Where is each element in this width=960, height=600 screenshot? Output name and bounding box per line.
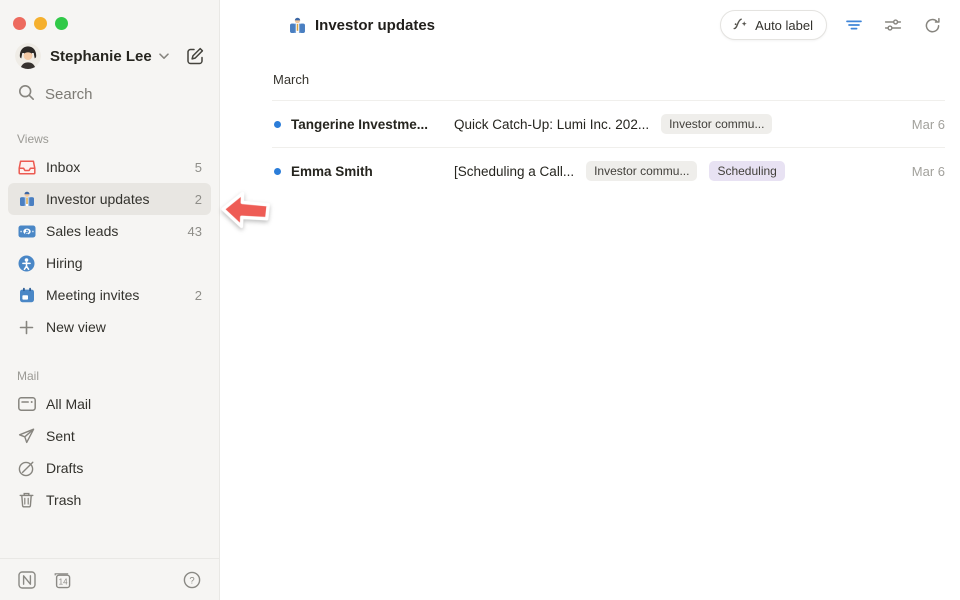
- sidebar-item-meeting-invites[interactable]: Meeting invites 2: [8, 279, 211, 311]
- investor-emoji-icon: [289, 17, 306, 34]
- label-badge: Scheduling: [709, 161, 784, 181]
- sidebar-footer: 14 ?: [0, 558, 219, 600]
- auto-label-wand-icon: [732, 16, 748, 35]
- auto-label-button[interactable]: Auto label: [720, 10, 827, 40]
- notion-logo-icon[interactable]: [18, 571, 36, 589]
- email-row-emma[interactable]: Emma Smith [Scheduling a Call... Investo…: [272, 148, 945, 194]
- email-sender: Tangerine Investme...: [291, 117, 442, 132]
- mail-section-label: Mail: [17, 369, 219, 383]
- minimize-window-button[interactable]: [34, 17, 47, 30]
- trash-icon: [17, 492, 36, 508]
- envelope-icon: [17, 397, 36, 411]
- window-controls: [0, 0, 219, 30]
- mail-app-window: Stephanie Lee Search Views Inbox: [0, 0, 960, 600]
- search-input[interactable]: Search: [18, 84, 205, 105]
- views-section-label: Views: [17, 132, 219, 146]
- sidebar-item-investor-updates[interactable]: Investor updates 2: [8, 183, 211, 215]
- unread-dot: [274, 121, 281, 128]
- email-row-tangerine[interactable]: Tangerine Investme... Quick Catch-Up: Lu…: [272, 101, 945, 147]
- page-title: Investor updates: [315, 17, 435, 34]
- user-name: Stephanie Lee: [50, 48, 152, 65]
- sidebar-item-label: Sent: [46, 428, 75, 444]
- inbox-icon: [17, 160, 36, 175]
- unread-count: 2: [195, 288, 202, 303]
- auto-label-text: Auto label: [755, 18, 813, 33]
- refresh-icon[interactable]: [920, 13, 944, 37]
- sidebar-item-label: Meeting invites: [46, 287, 139, 303]
- filter-icon[interactable]: [842, 13, 866, 37]
- sidebar-item-label: Trash: [46, 492, 81, 508]
- sidebar-item-hiring[interactable]: Hiring: [8, 247, 211, 279]
- view-header: Investor updates Auto label: [220, 0, 960, 48]
- compose-button[interactable]: [185, 46, 205, 66]
- sidebar-item-label: All Mail: [46, 396, 91, 412]
- help-icon[interactable]: ?: [183, 571, 201, 589]
- avatar: [15, 43, 41, 69]
- email-date: Mar 6: [912, 164, 945, 179]
- zoom-window-button[interactable]: [55, 17, 68, 30]
- sidebar-item-inbox[interactable]: Inbox 5: [8, 151, 211, 183]
- svg-text:14: 14: [59, 577, 68, 586]
- sidebar-item-label: Drafts: [46, 460, 83, 476]
- header-actions: Auto label: [720, 10, 944, 40]
- unread-count: 43: [188, 224, 202, 239]
- paper-plane-icon: [17, 428, 36, 444]
- sidebar-item-label: Hiring: [46, 255, 83, 271]
- search-placeholder: Search: [45, 86, 93, 103]
- account-switcher[interactable]: Stephanie Lee: [15, 43, 205, 69]
- new-view-button[interactable]: New view: [8, 311, 211, 343]
- sidebar-item-sales-leads[interactable]: Sales leads 43: [8, 215, 211, 247]
- email-subject: Quick Catch-Up: Lumi Inc. 202...: [454, 117, 649, 132]
- unread-count: 2: [195, 192, 202, 207]
- person-icon: [17, 255, 36, 272]
- sidebar-item-all-mail[interactable]: All Mail: [8, 388, 211, 420]
- label-badge: Investor commu...: [586, 161, 697, 181]
- email-date: Mar 6: [912, 117, 945, 132]
- email-list: March Tangerine Investme... Quick Catch-…: [272, 64, 945, 194]
- investor-emoji-icon: [17, 191, 36, 207]
- month-group-label: March: [272, 64, 945, 100]
- sidebar-item-label: New view: [46, 319, 106, 335]
- main-content: Investor updates Auto label: [220, 0, 960, 600]
- sidebar-item-label: Investor updates: [46, 191, 150, 207]
- email-sender: Emma Smith: [291, 164, 442, 179]
- label-badge: Investor commu...: [661, 114, 772, 134]
- sidebar-item-label: Inbox: [46, 159, 80, 175]
- chevron-down-icon: [159, 53, 169, 60]
- calendar-icon: [17, 287, 36, 303]
- sidebar-item-drafts[interactable]: Drafts: [8, 452, 211, 484]
- plus-icon: [17, 320, 36, 335]
- sidebar-item-label: Sales leads: [46, 223, 118, 239]
- sidebar-item-trash[interactable]: Trash: [8, 484, 211, 516]
- notion-calendar-icon[interactable]: 14: [52, 571, 72, 589]
- email-subject: [Scheduling a Call...: [454, 164, 574, 179]
- sidebar: Stephanie Lee Search Views Inbox: [0, 0, 220, 600]
- banknote-icon: [17, 225, 36, 238]
- draft-pencil-icon: [17, 460, 36, 477]
- close-window-button[interactable]: [13, 17, 26, 30]
- display-settings-icon[interactable]: [881, 13, 905, 37]
- search-icon: [18, 84, 35, 105]
- svg-text:?: ?: [189, 575, 194, 586]
- sidebar-item-sent[interactable]: Sent: [8, 420, 211, 452]
- unread-count: 5: [195, 160, 202, 175]
- unread-dot: [274, 168, 281, 175]
